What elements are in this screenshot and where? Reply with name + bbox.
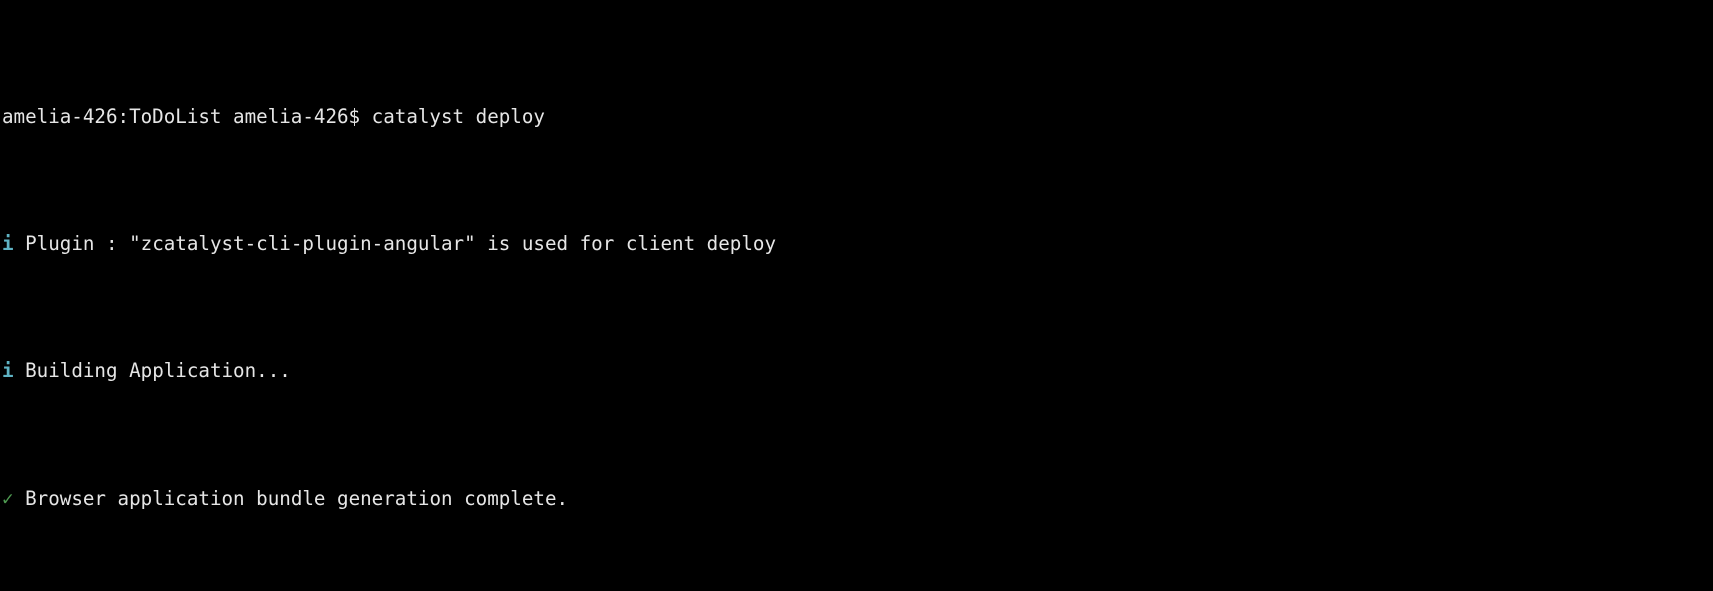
status-line-browser-bundle: ✓ Browser application bundle generation … <box>2 486 1713 511</box>
status-line-browser-bundle-text: Browser application bundle generation co… <box>25 486 569 510</box>
status-line-building: i Building Application... <box>2 358 1713 383</box>
terminal-output-pane[interactable]: amelia-426:ToDoList amelia-426$ catalyst… <box>0 0 1713 591</box>
status-line-plugin: i Plugin : "zcatalyst-cli-plugin-angular… <box>2 231 1713 256</box>
prompt-host-path: amelia-426:ToDoList amelia-426$ <box>2 104 361 128</box>
prompt-command: catalyst deploy <box>371 104 545 128</box>
check-icon: ✓ <box>2 486 14 510</box>
info-icon: i <box>2 359 14 383</box>
status-line-building-text: Building Application... <box>25 359 291 383</box>
status-line-plugin-text: Plugin : "zcatalyst-cli-plugin-angular" … <box>25 232 776 256</box>
info-icon: i <box>2 232 14 256</box>
prompt-line: amelia-426:ToDoList amelia-426$ catalyst… <box>2 104 1713 129</box>
